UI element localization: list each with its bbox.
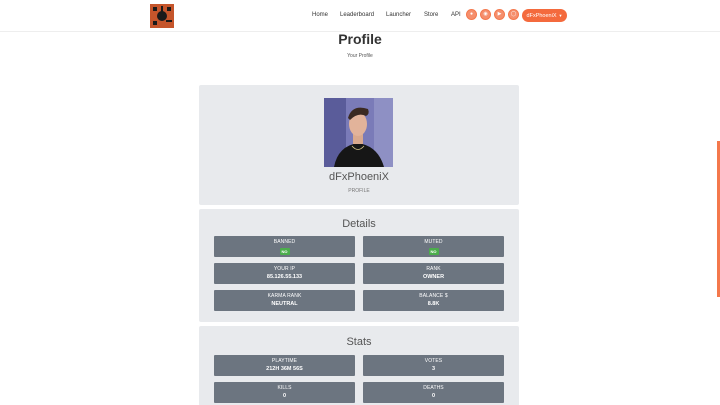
page-subtitle: Your Profile bbox=[347, 53, 373, 59]
steam-button[interactable]: ● bbox=[466, 9, 477, 20]
status-badge: NO bbox=[428, 248, 439, 255]
user-menu-label: dFxPhoeniX bbox=[526, 12, 557, 19]
youtube-button[interactable]: ▶ bbox=[494, 9, 505, 20]
stat-rank: RANK OWNER bbox=[363, 263, 504, 284]
stat-kills: KILLS 0 bbox=[214, 382, 355, 403]
stats-title: Stats bbox=[346, 336, 372, 348]
site-logo[interactable] bbox=[150, 4, 174, 28]
nav-home[interactable]: Home bbox=[312, 12, 328, 18]
stat-playtime: PLAYTIME 212H 36M 56S bbox=[214, 355, 355, 376]
youtube-icon: ▶ bbox=[497, 11, 502, 17]
stat-ip: YOUR IP 85.126.55.133 bbox=[214, 263, 355, 284]
stat-label: RANK bbox=[426, 266, 441, 272]
stat-label: MUTED bbox=[424, 239, 443, 245]
stats-card: Stats PLAYTIME 212H 36M 56S VOTES 3 KILL… bbox=[199, 326, 519, 405]
user-menu-button[interactable]: dFxPhoeniX ▼ bbox=[522, 9, 567, 22]
stat-label: KILLS bbox=[277, 385, 292, 391]
nav-api[interactable]: API bbox=[451, 12, 461, 18]
stat-label: KARMA RANK bbox=[267, 293, 302, 299]
stat-karma-rank: KARMA RANK NEUTRAL bbox=[214, 290, 355, 311]
stat-value: 8.8K bbox=[427, 301, 440, 307]
discord-button[interactable]: ◉ bbox=[480, 9, 491, 20]
chevron-down-icon: ▼ bbox=[558, 13, 563, 18]
stat-value: 212H 36M 56S bbox=[266, 366, 303, 372]
stat-value: 85.126.55.133 bbox=[266, 274, 303, 280]
stat-value: NEUTRAL bbox=[271, 301, 298, 307]
stat-value: 0 bbox=[431, 393, 436, 399]
avatar-image bbox=[324, 98, 393, 167]
stat-deaths: DEATHS 0 bbox=[363, 382, 504, 403]
nav-launcher[interactable]: Launcher bbox=[386, 12, 411, 18]
discord-icon: ◉ bbox=[483, 11, 488, 17]
avatar bbox=[324, 98, 393, 167]
stat-label: PLAYTIME bbox=[271, 358, 298, 364]
stat-label: BALANCE $ bbox=[419, 293, 448, 299]
details-title: Details bbox=[342, 218, 376, 230]
status-badge: NO bbox=[279, 248, 290, 255]
details-card: Details BANNED NO MUTED NO YOUR IP 85.12… bbox=[199, 209, 519, 322]
stat-label: YOUR IP bbox=[273, 266, 296, 272]
page-title: Profile bbox=[338, 31, 382, 47]
stat-muted: MUTED NO bbox=[363, 236, 504, 257]
nav-store[interactable]: Store bbox=[424, 12, 438, 18]
stat-label: VOTES bbox=[424, 358, 443, 364]
stat-label: DEATHS bbox=[423, 385, 444, 391]
other-social-icon: ◯ bbox=[510, 11, 517, 17]
stat-value: 0 bbox=[282, 393, 287, 399]
profile-label: PROFILE bbox=[348, 188, 370, 194]
stat-value: OWNER bbox=[422, 274, 445, 280]
stat-votes: VOTES 3 bbox=[363, 355, 504, 376]
rust-logo-icon bbox=[150, 4, 174, 28]
profile-card: dFxPhoeniX PROFILE bbox=[199, 85, 519, 205]
top-navbar: Home Leaderboard Launcher Store API ● ◉ … bbox=[0, 0, 720, 32]
nav-leaderboard[interactable]: Leaderboard bbox=[340, 12, 374, 18]
stat-banned: BANNED NO bbox=[214, 236, 355, 257]
profile-username: dFxPhoeniX bbox=[329, 171, 389, 183]
other-social-button[interactable]: ◯ bbox=[508, 9, 519, 20]
stat-label: BANNED bbox=[273, 239, 296, 245]
stat-value: 3 bbox=[431, 366, 436, 372]
stat-balance: BALANCE $ 8.8K bbox=[363, 290, 504, 311]
steam-icon: ● bbox=[469, 11, 474, 17]
page: Home Leaderboard Launcher Store API ● ◉ … bbox=[0, 0, 720, 405]
